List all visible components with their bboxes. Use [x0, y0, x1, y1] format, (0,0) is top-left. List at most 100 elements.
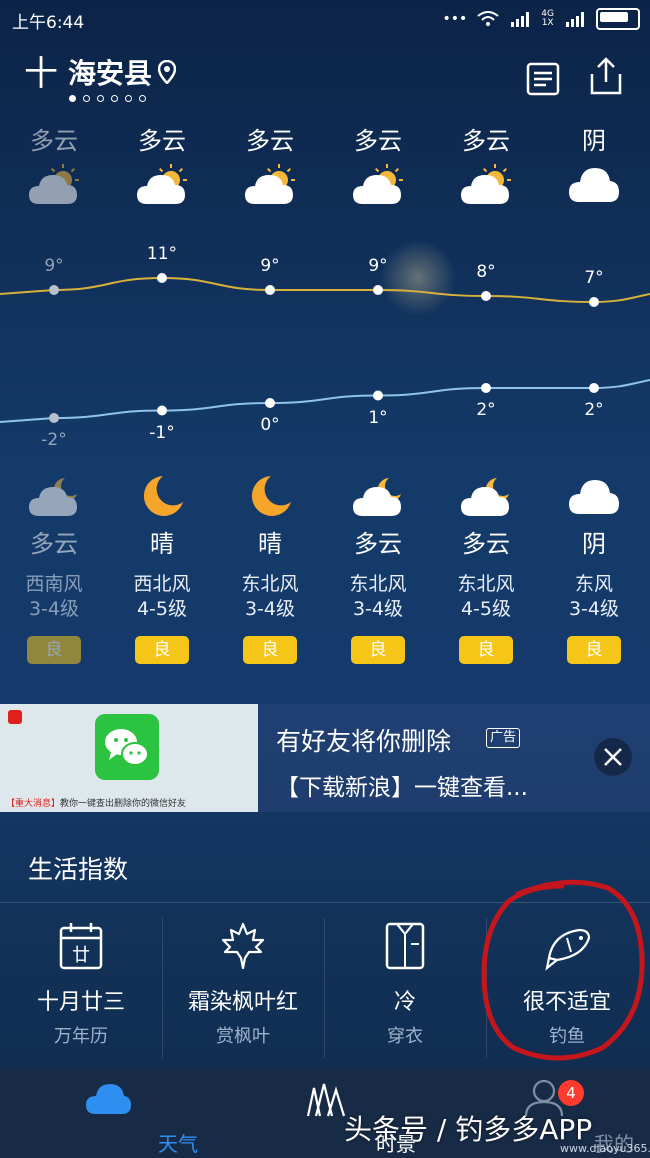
add-city-button[interactable]: 十 [24, 54, 58, 94]
low-temp-label: -2° [41, 430, 67, 450]
battery-icon [596, 8, 640, 30]
close-icon [604, 748, 622, 766]
location-pin-icon [158, 60, 176, 84]
aqi-badge: 良 [135, 636, 189, 664]
low-temp-point [481, 383, 491, 393]
partly-cloudy-day-icon [353, 164, 403, 204]
moon-icon [251, 476, 291, 516]
ad-brand-logo [8, 710, 22, 724]
low-temp-label: 2° [476, 400, 496, 420]
night-weather-icon [432, 472, 540, 524]
day-condition: 多云 [354, 127, 402, 155]
high-temp-label: 7° [584, 268, 604, 288]
ad-title[interactable]: 有好友将你删除 [276, 722, 451, 758]
low-temp-point [49, 413, 59, 423]
notification-badge: 4 [558, 1080, 584, 1106]
signal-icon-2 [566, 12, 584, 27]
ad-close-button[interactable] [594, 738, 632, 776]
low-temp-label: 2° [584, 400, 604, 420]
share-icon[interactable] [588, 56, 624, 96]
aqi-badge: 良 [351, 636, 405, 664]
partly-cloudy-day-icon [29, 164, 79, 204]
aqi-cell: 良 [540, 636, 648, 664]
cloud-tab-icon [86, 1084, 131, 1114]
aqi-badge: 良 [459, 636, 513, 664]
aqi-cell: 良 [324, 636, 432, 664]
low-temp-label: 1° [368, 407, 388, 428]
life-label: 万年历 [54, 1026, 108, 1047]
day-weather-icon [324, 160, 432, 212]
high-temp-point [589, 297, 599, 307]
night-weather-icon [540, 472, 648, 524]
day-weather-icon [108, 160, 216, 212]
high-temp-label: 9° [260, 256, 280, 276]
wind-level: 3-4级 [28, 598, 80, 620]
partly-cloudy-night-icon [29, 478, 77, 516]
day-weather-icon [432, 160, 540, 212]
night-weather-icon [0, 472, 108, 524]
low-temp-label: 0° [260, 415, 280, 435]
annotation-circle [481, 879, 645, 1061]
night-weather-icon [108, 472, 216, 524]
signal-icon [511, 12, 530, 27]
life-value: 冷 [393, 990, 416, 1015]
low-temp-point [373, 390, 383, 401]
high-temp-label: 9° [44, 256, 64, 276]
day-condition: 多云 [138, 127, 186, 155]
life-label: 穿衣 [387, 1026, 423, 1047]
partly-cloudy-night-icon [353, 478, 401, 516]
aqi-cell: 良 [0, 636, 108, 664]
life-item-maple[interactable]: 霜染枫叶红 赏枫叶 [162, 912, 324, 1062]
high-temp-label: 9° [368, 256, 388, 276]
life-item-clothing[interactable]: 冷 穿衣 [324, 912, 486, 1062]
status-bar: 上午6:44 ••• 4G 1X [0, 0, 650, 38]
aqi-cell: 良 [432, 636, 540, 664]
wind-level: 3-4级 [568, 598, 620, 620]
svg-text:廿: 廿 [72, 945, 90, 966]
moon-icon [143, 476, 183, 516]
wind-direction: 东北风 [349, 573, 407, 595]
night-condition: 多云 [30, 530, 78, 558]
night-condition: 阴 [582, 530, 606, 558]
tab-label: 天气 [158, 1132, 198, 1156]
life-item-calendar[interactable]: 廿 十月廿三 万年历 [0, 912, 162, 1062]
status-time: 上午6:44 [12, 13, 85, 33]
shirt-icon [385, 922, 425, 970]
list-icon[interactable] [526, 62, 560, 96]
high-temp-point [373, 285, 383, 295]
night-condition: 晴 [258, 530, 282, 558]
aqi-badge: 良 [243, 636, 297, 664]
aqi-cell: 良 [108, 636, 216, 664]
day-condition: 多云 [462, 127, 510, 155]
low-temp-point [589, 383, 599, 393]
scenery-icon [306, 1083, 346, 1117]
night-weather-icon [324, 472, 432, 524]
low-temp-point [157, 405, 167, 416]
wifi-icon [477, 11, 499, 26]
cloud-icon [569, 168, 619, 202]
aqi-cell: 良 [216, 636, 324, 664]
wind-level: 3-4级 [244, 598, 296, 620]
ad-tag: 广告 [486, 728, 521, 748]
cloud-icon [569, 480, 619, 514]
wechat-logo-icon [95, 714, 159, 780]
high-temp-line [0, 276, 650, 304]
ad-image[interactable]: 【重大消息】教你一键查出删除你的微信好友 [0, 704, 258, 812]
wind-direction: 东北风 [241, 573, 299, 595]
wind-level: 4-5级 [460, 598, 512, 620]
ad-text[interactable]: 【下载新浪】一键查看... [276, 768, 528, 802]
aqi-badge: 良 [27, 636, 81, 664]
wind-direction: 东北风 [457, 573, 515, 595]
city-name[interactable]: 海安县 [68, 54, 152, 94]
wind-direction: 东风 [574, 573, 613, 595]
ad-banner[interactable]: 【重大消息】教你一键查出删除你的微信好友 有好友将你删除 广告 【下载新浪】一键… [0, 704, 650, 812]
high-temp-label: 11° [146, 244, 178, 264]
life-value: 十月廿三 [36, 990, 125, 1015]
watermark: 头条号 / 钓多多APP [344, 1113, 593, 1146]
life-label: 赏枫叶 [216, 1026, 270, 1047]
low-temp-point [265, 398, 275, 408]
wind-direction: 西北风 [133, 573, 191, 595]
partly-cloudy-day-icon [245, 164, 295, 204]
night-condition: 多云 [354, 530, 402, 558]
low-temp-line [0, 379, 650, 423]
